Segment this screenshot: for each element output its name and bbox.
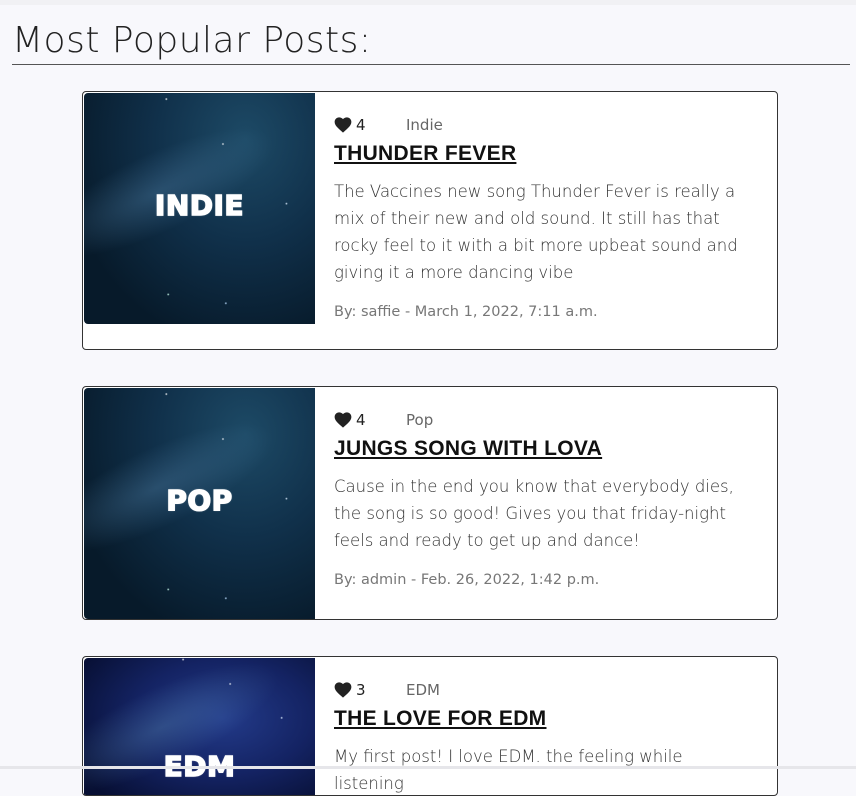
category-label: EDM	[406, 681, 440, 699]
top-bar	[0, 0, 856, 5]
like-count: 4	[356, 116, 366, 134]
post-thumbnail[interactable]: POP	[84, 388, 315, 619]
post-excerpt: Cause in the end you know that everybody…	[334, 477, 734, 550]
post-card[interactable]: EDM 3 EDM THE LOVE FOR EDM My first post…	[82, 656, 778, 796]
post-card[interactable]: INDIE 4 Indie THUNDER FEVER The Vaccines…	[82, 91, 778, 350]
category-label: Pop	[406, 411, 434, 429]
post-title-link[interactable]: THUNDER FEVER	[334, 142, 516, 166]
thumbnail-label: POP	[166, 483, 233, 518]
title-divider	[12, 64, 850, 65]
post-card[interactable]: POP 4 Pop JUNGS SONG WITH LOVA Cause in …	[82, 386, 778, 620]
post-thumbnail[interactable]: EDM	[84, 658, 315, 795]
post-title-link[interactable]: THE LOVE FOR EDM	[334, 707, 546, 731]
section-title: Most Popular Posts:	[12, 20, 372, 61]
post-title-link[interactable]: JUNGS SONG WITH LOVA	[334, 437, 602, 461]
heart-icon[interactable]	[334, 412, 352, 428]
post-content: 4 Pop JUNGS SONG WITH LOVA Cause in the …	[334, 409, 757, 588]
post-meta: 4 Pop	[334, 409, 757, 431]
thumbnail-label: INDIE	[154, 188, 245, 223]
post-thumbnail[interactable]: INDIE	[84, 93, 315, 324]
post-byline: By: saffie - March 1, 2022, 7:11 a.m.	[334, 304, 598, 320]
category-label: Indie	[406, 116, 443, 134]
post-meta: 4 Indie	[334, 114, 757, 136]
heart-icon[interactable]	[334, 682, 352, 698]
post-meta: 3 EDM	[334, 679, 757, 701]
heart-icon[interactable]	[334, 117, 352, 133]
post-excerpt: The Vaccines new song Thunder Fever is r…	[334, 182, 738, 282]
like-count: 4	[356, 411, 366, 429]
post-byline: By: admin - Feb. 26, 2022, 1:42 p.m.	[334, 572, 600, 588]
post-content: 3 EDM THE LOVE FOR EDM My first post! I …	[334, 679, 757, 795]
like-count: 3	[356, 681, 366, 699]
post-excerpt: My first post! I love EDM. the feeling w…	[334, 747, 683, 793]
post-content: 4 Indie THUNDER FEVER The Vaccines new s…	[334, 114, 757, 320]
